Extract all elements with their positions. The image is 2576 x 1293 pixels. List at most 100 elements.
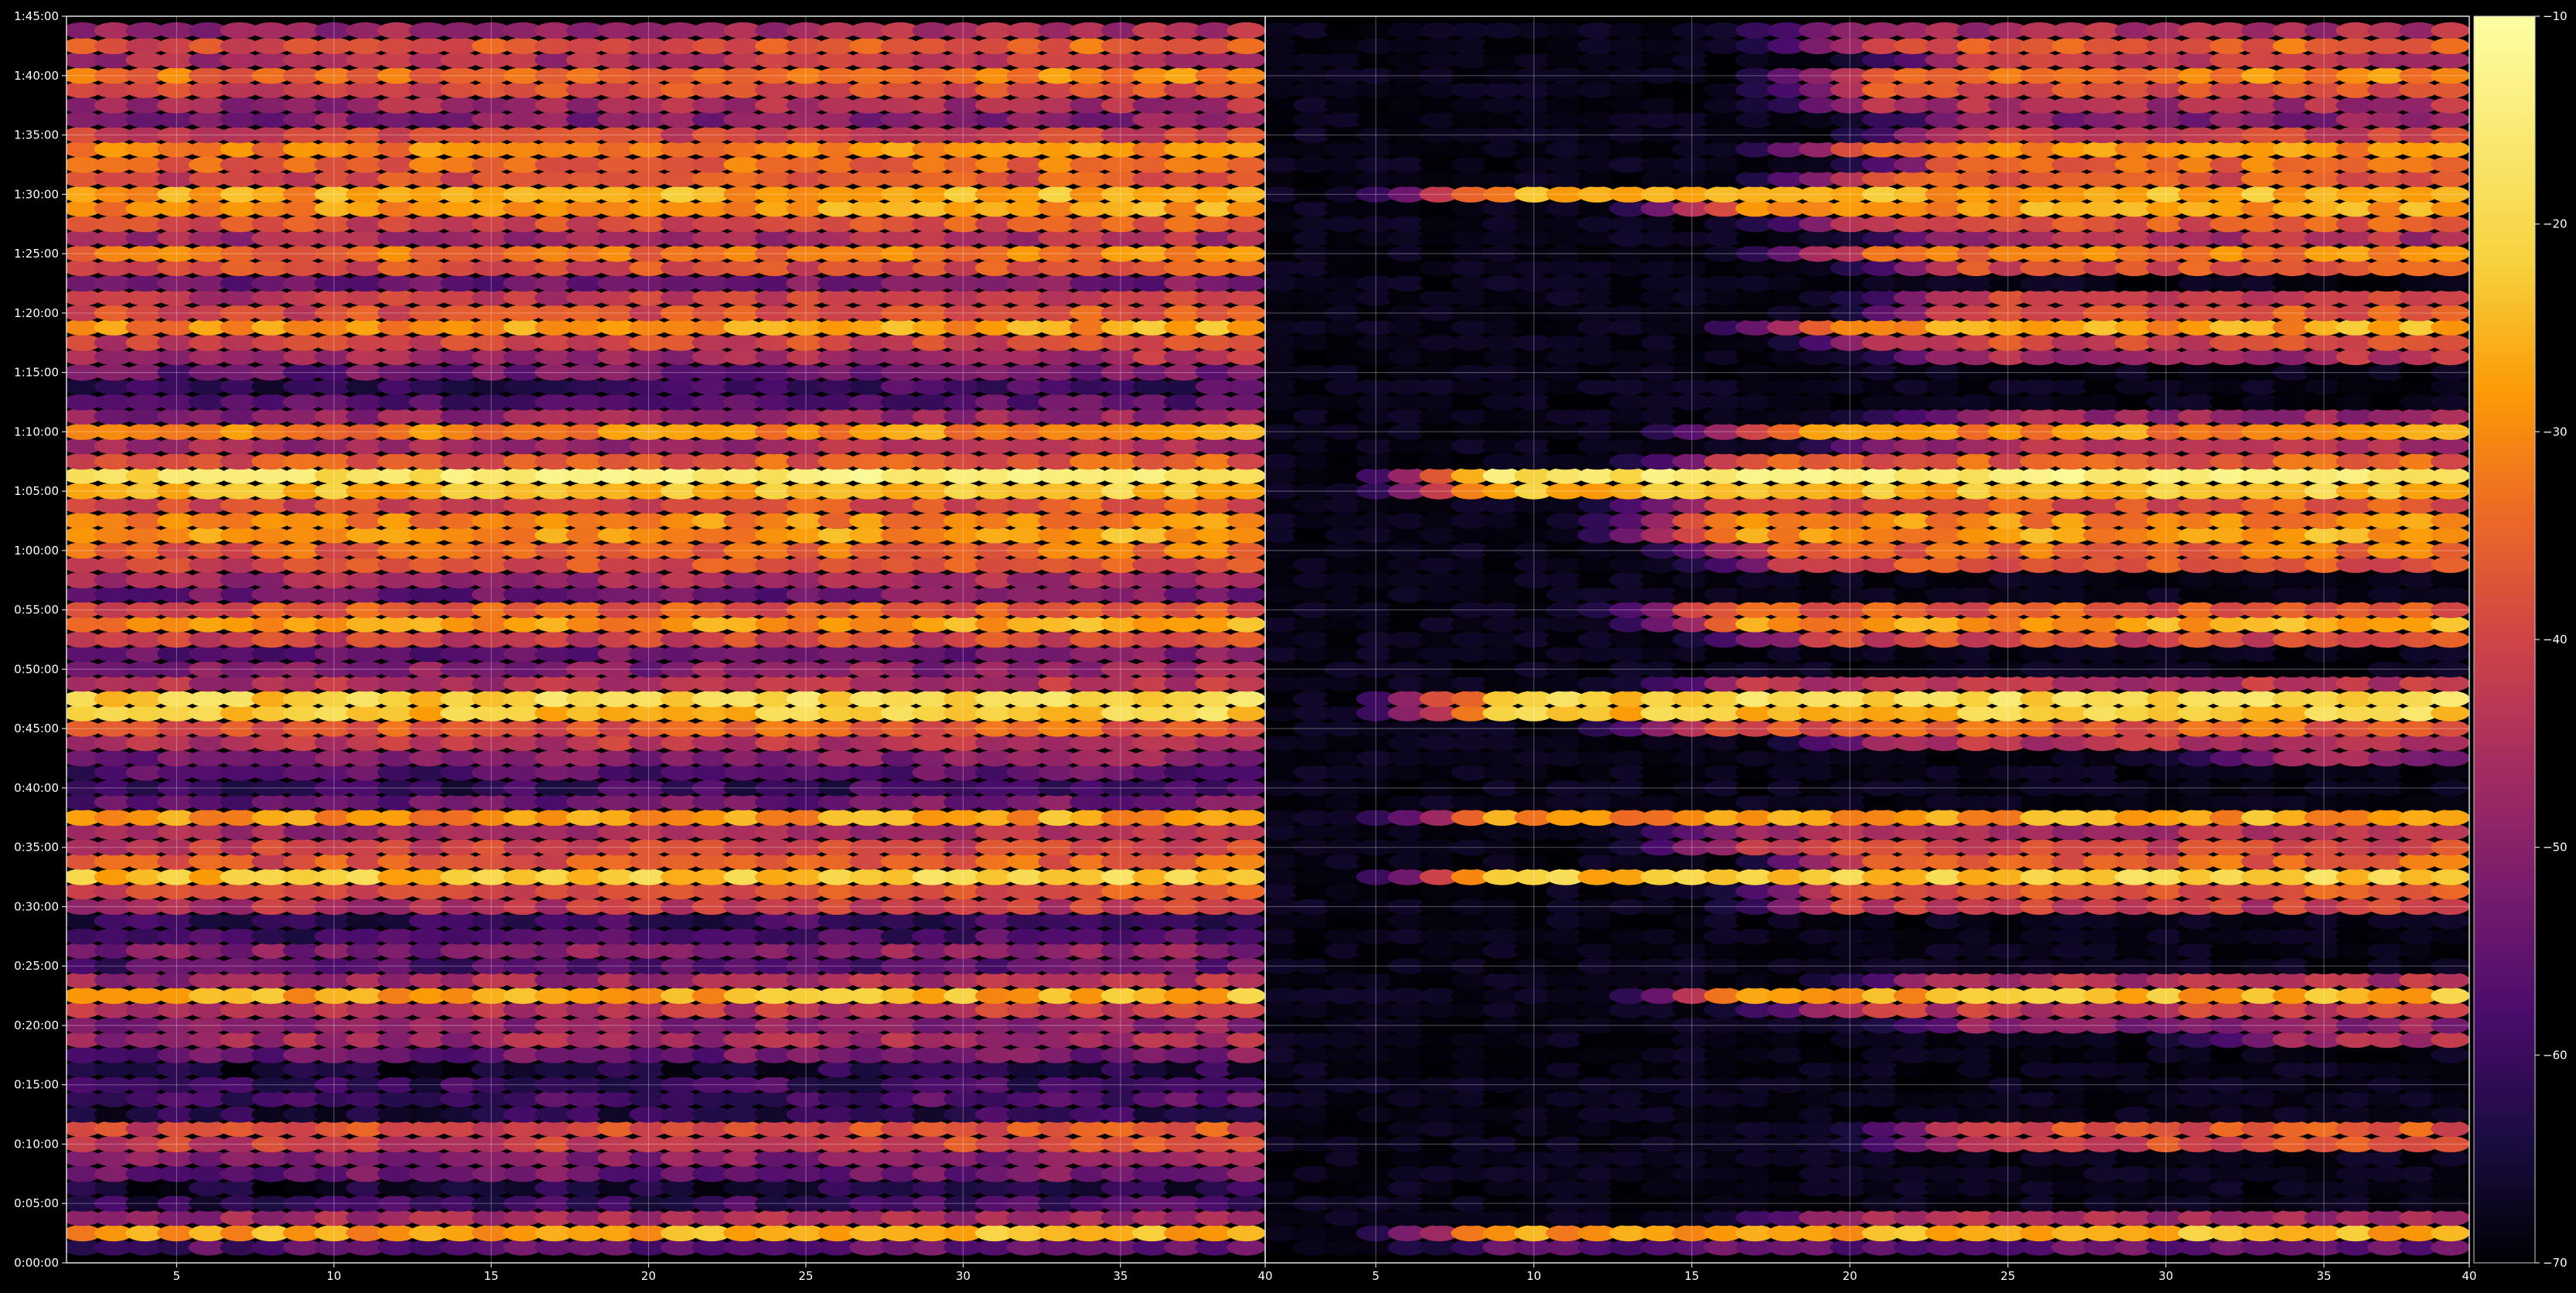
heatmap-cell	[1227, 1046, 1265, 1063]
heatmap-cell	[1227, 170, 1265, 187]
heatmap-cell	[1227, 882, 1265, 900]
heatmap-cell	[1227, 438, 1265, 455]
heatmap-cell	[1227, 749, 1265, 767]
heatmap-cell	[2431, 1209, 2469, 1226]
heatmap-cell	[1227, 793, 1265, 810]
heatmap-cell	[2431, 793, 2469, 810]
heatmap-cell	[2431, 1150, 2469, 1167]
heatmap-cell	[2431, 764, 2469, 781]
heatmap-cell	[1227, 408, 1265, 425]
heatmap-cell	[1227, 764, 1265, 781]
heatmap-cell	[2431, 645, 2469, 662]
heatmap-cell	[1227, 230, 1265, 247]
heatmap-cell	[2431, 675, 2469, 692]
heatmap-cell	[2431, 988, 2469, 1005]
heatmap-cell	[2431, 556, 2469, 573]
heatmap-cell	[2431, 972, 2469, 989]
heatmap-cell	[1227, 200, 1265, 217]
heatmap-cell	[1227, 496, 1265, 514]
heatmap-cell	[2431, 586, 2469, 603]
heatmap-cell	[1227, 704, 1265, 722]
heatmap-cell	[2431, 735, 2469, 752]
heatmap-cell	[1227, 1225, 1265, 1242]
heatmap-cell	[1227, 156, 1265, 173]
heatmap-cell	[1227, 571, 1265, 589]
heatmap-cell	[1227, 1090, 1265, 1107]
heatmap-cell	[1227, 1001, 1265, 1018]
heatmap-cell	[2431, 1090, 2469, 1107]
heatmap-cell	[2431, 571, 2469, 589]
heatmap-cell	[2431, 853, 2469, 870]
heatmap-cell	[1227, 988, 1265, 1005]
heatmap-cell	[2431, 1120, 2469, 1138]
heatmap-cell	[1227, 853, 1265, 870]
heatmap-cell	[1227, 334, 1265, 351]
heatmap-cell	[2431, 882, 2469, 900]
heatmap-cell	[1227, 1179, 1265, 1196]
heatmap-cell	[1227, 1031, 1265, 1048]
heatmap-cell	[1227, 675, 1265, 692]
heatmap-cell	[2431, 824, 2469, 841]
heatmap-cell	[1227, 868, 1265, 885]
heatmap-cell	[1227, 37, 1265, 54]
heatmap-cell	[1227, 111, 1265, 128]
heatmap-cell	[1227, 453, 1265, 470]
heatmap-cell	[2431, 631, 2469, 648]
heatmap-cell	[2431, 1001, 2469, 1018]
heatmap-cell	[1227, 972, 1265, 989]
heatmap-cell	[1227, 512, 1265, 530]
heatmap-cell	[2431, 913, 2469, 930]
heatmap-cell	[1227, 349, 1265, 366]
heatmap-cell	[2431, 704, 2469, 722]
heatmap-cell	[1227, 467, 1265, 484]
heatmap-cell	[2431, 809, 2469, 826]
heatmap-cell	[2431, 1179, 2469, 1196]
heatmap-cell	[2431, 942, 2469, 959]
heatmap-cell	[1227, 1106, 1265, 1123]
heatmap-cell	[1227, 81, 1265, 98]
heatmap-cell	[1227, 289, 1265, 306]
heatmap-cell	[1227, 97, 1265, 114]
heatmap-cell	[1227, 809, 1265, 826]
heatmap-cell	[1227, 378, 1265, 395]
heatmap-cell	[1227, 22, 1265, 39]
heatmap-cell	[1227, 645, 1265, 662]
heatmap-cell	[1227, 527, 1265, 544]
heatmap-cell	[1227, 556, 1265, 573]
heatmap-cell	[1227, 52, 1265, 69]
heatmap-cell	[1227, 586, 1265, 603]
heatmap-cell	[1227, 691, 1265, 708]
heatmap-cell	[1227, 616, 1265, 633]
heatmap-cell	[2431, 868, 2469, 885]
heatmap-cell	[1227, 394, 1265, 411]
heatmap-cell	[1227, 141, 1265, 158]
heatmap-cell	[1227, 735, 1265, 752]
heatmap-cell	[1227, 824, 1265, 841]
heatmap-cell	[2431, 1031, 2469, 1048]
heatmap-cell	[1227, 1239, 1265, 1256]
heatmap-cell	[1227, 259, 1265, 277]
heatmap-cell	[1227, 928, 1265, 945]
heatmap-cell	[2431, 1061, 2469, 1078]
heatmap-cell	[2431, 928, 2469, 945]
heatmap-cell	[1227, 1061, 1265, 1078]
heatmap-cell	[2431, 1106, 2469, 1123]
heatmap-cell	[2431, 691, 2469, 708]
heatmap-cell	[1227, 319, 1265, 336]
heatmap-cell	[1227, 1165, 1265, 1182]
heatmap-cell	[1227, 1209, 1265, 1226]
heatmap-cell	[1227, 275, 1265, 292]
heatmap-cell	[1227, 942, 1265, 959]
heatmap-figure: 0:00:000:05:000:10:000:15:000:20:000:25:…	[0, 0, 2576, 1293]
right-heatmap-panel	[1265, 22, 2469, 1256]
heatmap-cell	[2431, 1046, 2469, 1063]
heatmap-cell	[1227, 1120, 1265, 1138]
heatmap-cell	[1227, 631, 1265, 648]
heatmap-cell	[2431, 1165, 2469, 1182]
heatmap-cell	[1227, 1150, 1265, 1167]
heatmap-cell	[2431, 1225, 2469, 1242]
heatmap-cell	[1227, 913, 1265, 930]
heatmap-cell	[2431, 1239, 2469, 1256]
left-heatmap-panel	[67, 22, 1265, 1256]
heatmap-cell	[2431, 749, 2469, 767]
